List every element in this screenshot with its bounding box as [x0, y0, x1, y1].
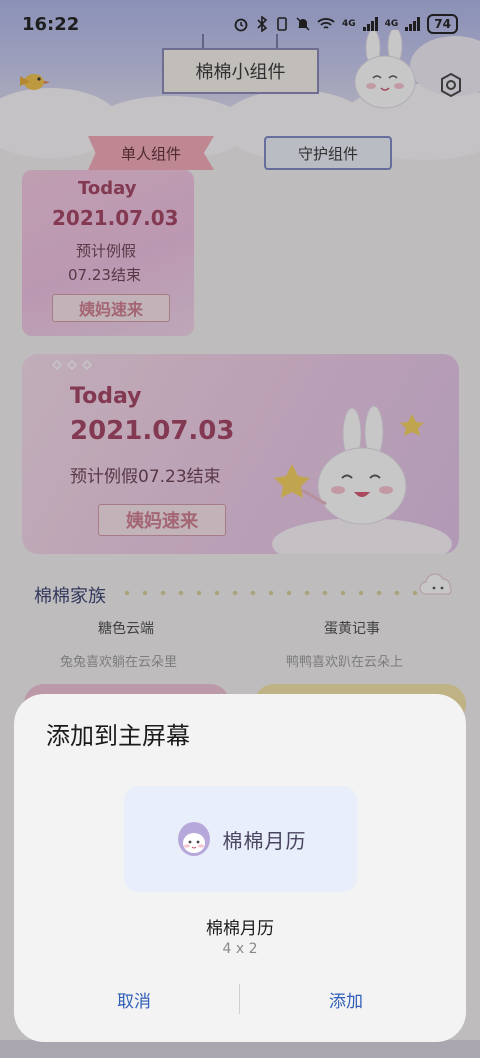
add-to-home-dialog: 添加到主屏幕 棉棉月历 棉棉月历 4 x 2 取消 添加: [14, 694, 466, 1042]
cancel-button[interactable]: 取消: [34, 982, 234, 1016]
widget-preview: 棉棉月历: [124, 786, 357, 892]
dialog-title: 添加到主屏幕: [46, 722, 190, 750]
button-divider: [239, 984, 240, 1014]
preview-label: 棉棉月历: [222, 828, 307, 853]
bunny-avatar-icon: [177, 822, 210, 856]
widget-size: 4 x 2: [222, 941, 258, 957]
add-button[interactable]: 添加: [246, 982, 446, 1016]
widget-name: 棉棉月历: [206, 919, 274, 939]
